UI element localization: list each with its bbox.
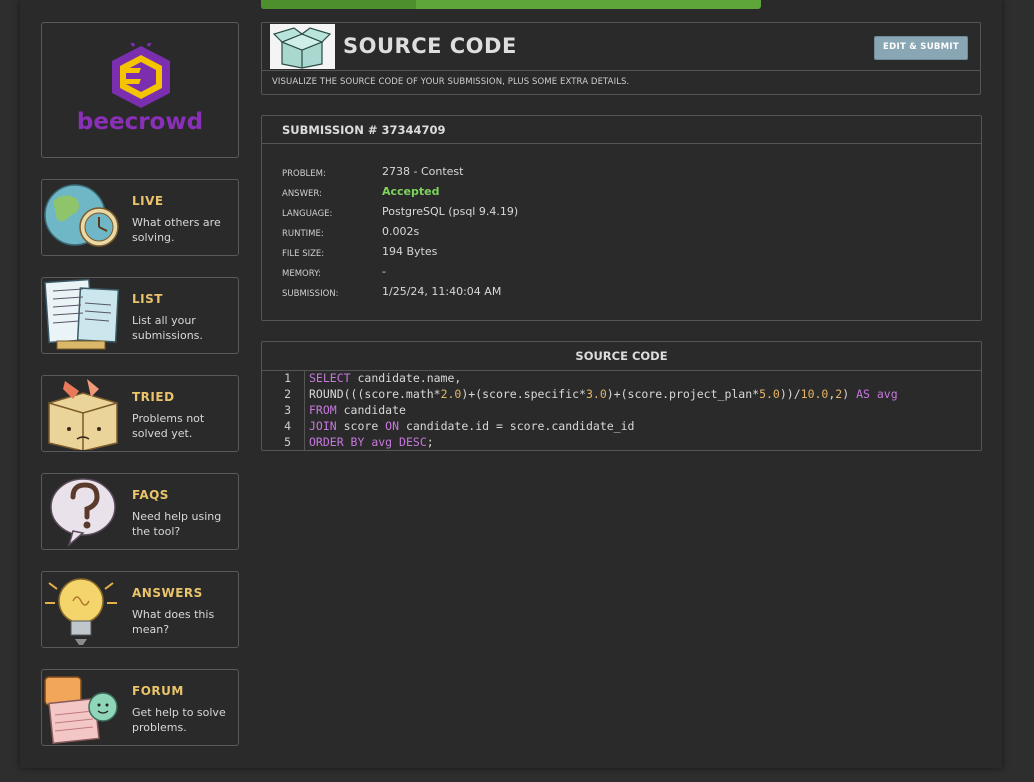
code-text: score [336,419,386,433]
code-line[interactable]: ROUND(((score.math*2.0)+(score.specific*… [309,387,898,401]
nav-desc: Get help to solve problems. [132,706,226,734]
field-value: PostgreSQL (psql 9.4.19) [382,205,519,218]
code-text: candidate.id = score.candidate_id [399,419,635,433]
code-number: 3.0 [585,387,607,401]
field-label: PROBLEM: [282,169,326,179]
progress-bar [261,0,761,9]
code-line[interactable]: ORDER BY avg DESC; [309,435,434,449]
line-number: 3 [284,403,291,417]
submission-heading-bar: SUBMISSION # 37344709 [262,116,981,144]
nav-card-list[interactable]: LIST List all your submissions. [41,277,239,354]
open-box-icon [270,24,335,69]
nav-title: LIST [132,292,163,306]
code-number: 2.0 [440,387,462,401]
code-keyword: DESC [399,435,427,449]
code-text: ) [842,387,857,401]
code-keyword: FROM [309,403,337,417]
code-line[interactable]: FROM candidate [309,403,406,417]
problem-link[interactable]: 2738 - Contest [382,165,463,178]
header-panel: SOURCE CODE EDIT & SUBMIT VISUALIZE THE … [261,22,981,95]
beecrowd-logo[interactable]: beecrowd [41,22,239,158]
sad-box-icon [48,379,118,450]
code-text: ; [426,435,434,449]
answer-status: Accepted [382,185,440,198]
field-label: RUNTIME: [282,229,324,239]
field-label: LANGUAGE: [282,209,333,219]
code-heading: SOURCE CODE [575,349,668,363]
field-label: ANSWER: [282,189,322,199]
nav-title: LIVE [132,194,164,208]
code-text: ROUND((( [309,387,365,401]
line-number: 4 [284,419,291,433]
submission-heading: SUBMISSION # 37344709 [282,123,446,137]
line-number: 2 [284,387,291,401]
nav-title: FAQS [132,488,169,502]
nav-desc: List all your submissions. [132,314,203,342]
code-text: candidate.name, [350,371,462,385]
nav-desc: Problems not solved yet. [132,412,205,440]
field-value: 1/25/24, 11:40:04 AM [382,285,502,298]
line-number: 1 [284,371,291,385]
field-value: - [382,265,386,278]
code-text: ))/ [779,387,801,401]
page-subtitle: VISUALIZE THE SOURCE CODE OF YOUR SUBMIS… [272,77,630,87]
field-value: 0.002s [382,225,420,238]
nav-title: FORUM [132,684,184,698]
code-keyword: avg [371,435,393,449]
page-title: SOURCE CODE [343,34,517,58]
line-number-gutter: 1 2 3 4 5 [262,370,305,450]
question-bubble-icon [50,478,116,548]
source-code-panel: SOURCE CODE 1 2 3 4 5 SELECT candidate.n… [261,341,982,451]
code-keyword: SELECT [309,371,351,385]
nav-card-tried[interactable]: TRIED Problems not solved yet. [41,375,239,452]
logo-wordmark: beecrowd [76,109,204,135]
nav-card-faqs[interactable]: FAQS Need help using the tool? [41,473,239,550]
code-keyword: ORDER BY [309,435,365,449]
code-heading-bar: SOURCE CODE [262,342,981,371]
code-text: candidate [336,403,406,417]
code-line[interactable]: JOIN score ON candidate.id = score.candi… [309,419,634,433]
paper-list-icon [44,279,120,350]
field-label: SUBMISSION: [282,289,339,299]
nav-desc: What others are solving. [132,216,221,244]
code-keyword: JOIN [309,419,337,433]
bee-logo-icon [112,43,170,108]
code-keyword: ON [385,419,400,433]
field-label: MEMORY: [282,269,322,279]
code-line[interactable]: SELECT candidate.name, [309,371,461,385]
nav-title: ANSWERS [132,586,203,600]
nav-desc: Need help using the tool? [132,510,222,538]
code-keyword: AS [856,387,870,401]
nav-title: TRIED [132,390,175,404]
code-number: 5.0 [759,387,780,401]
code-text: score.math* [364,387,441,401]
code-number: 10.0 [800,387,829,401]
code-text: )+(score.project_plan* [606,387,760,401]
header-row: SOURCE CODE EDIT & SUBMIT [262,23,980,71]
nav-card-forum[interactable]: FORUM Get help to solve problems. [41,669,239,746]
globe-clock-icon [44,184,119,247]
field-value: 194 Bytes [382,245,438,258]
line-number: 5 [284,435,291,449]
lightbulb-icon [45,578,117,645]
nav-card-live[interactable]: LIVE What others are solving. [41,179,239,256]
nav-card-answers[interactable]: ANSWERS What does this mean? [41,571,239,648]
submission-details-panel: SUBMISSION # 37344709 PROBLEM: 2738 - Co… [261,115,982,321]
nav-desc: What does this mean? [132,608,215,636]
progress-fill [261,0,416,9]
code-text: )+(score.specific* [461,387,586,401]
edit-submit-button[interactable]: EDIT & SUBMIT [874,36,968,60]
code-keyword: avg [876,387,898,401]
chat-bubbles-icon [44,676,118,744]
field-label: FILE SIZE: [282,249,325,259]
